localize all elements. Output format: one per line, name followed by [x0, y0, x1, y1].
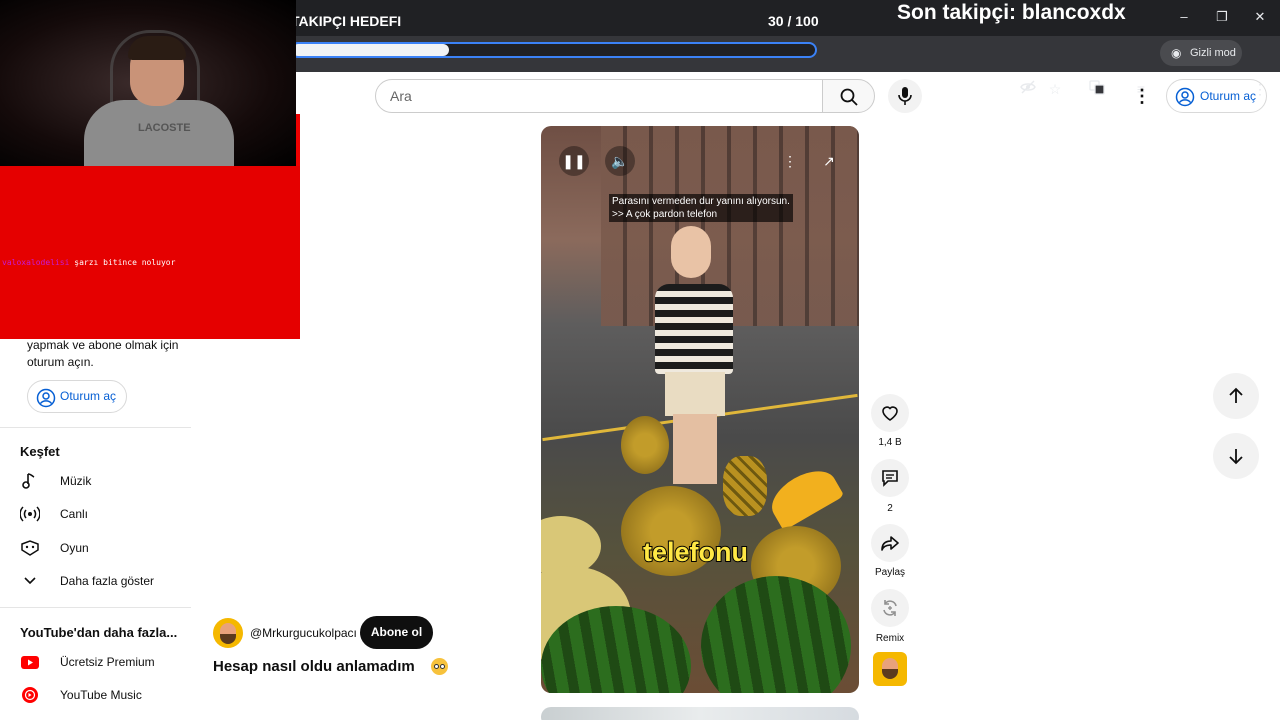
sidebar-item-label: Daha fazla göster — [60, 574, 155, 588]
overlay-red-strip — [296, 114, 300, 166]
translate-icon[interactable] — [1087, 79, 1107, 99]
video-title[interactable]: Hesap nasıl oldu anlamadım — [213, 658, 415, 675]
settings-kebab-icon[interactable]: ⋮ — [1132, 84, 1152, 108]
fullscreen-icon[interactable]: ↗ — [814, 146, 844, 176]
goal-progress-bar — [290, 42, 817, 58]
share-label: Paylaş — [874, 567, 905, 578]
search-button[interactable] — [822, 79, 875, 113]
chat-overlay: valoxalodelisi şarzı bitince noluyor — [0, 166, 300, 339]
sidebar-divider — [0, 427, 191, 428]
account-icon — [1175, 87, 1195, 107]
subtitle-line: Parasını vermeden dur yanını alıyorsun. — [612, 196, 790, 207]
restore-icon[interactable]: ❐ — [1212, 8, 1232, 26]
share-button[interactable] — [871, 524, 909, 562]
previous-video-button[interactable] — [1213, 373, 1259, 419]
share-icon — [881, 536, 899, 551]
sidebar-item-youtube-music[interactable]: YouTube Music — [20, 682, 190, 708]
sound-avatar[interactable] — [873, 652, 907, 686]
sidebar-item-label: YouTube Music — [60, 688, 142, 702]
voice-search-button[interactable] — [888, 79, 922, 113]
video-caption: telefonu — [642, 536, 749, 568]
flushed-emoji-icon — [431, 658, 448, 675]
sidebar-item-show-more[interactable]: Daha fazla göster — [20, 568, 190, 594]
signin-label: Oturum aç — [1200, 89, 1257, 103]
sidebar-item-live[interactable]: Canlı — [19, 501, 190, 527]
goal-progress-fill — [292, 44, 449, 56]
eye-off-icon[interactable] — [1018, 79, 1038, 99]
video-subtitle: Parasını vermeden dur yanını alıyorsun. … — [609, 194, 793, 222]
heart-icon — [882, 406, 898, 421]
chat-message: valoxalodelisi şarzı bitince noluyor — [2, 258, 175, 267]
sidebar-item-gaming[interactable]: Oyun — [20, 535, 190, 561]
more-from-youtube-heading: YouTube'dan daha fazla... — [20, 625, 178, 640]
youtube-premium-icon — [20, 653, 40, 671]
arrow-down-icon — [1229, 449, 1243, 465]
sidebar-divider — [0, 607, 191, 608]
remix-icon — [883, 600, 897, 616]
last-follower: Son takipçi: blancoxdx — [897, 1, 1126, 24]
sidebar-item-music[interactable]: Müzik — [20, 468, 190, 494]
chat-text: şarzı bitince noluyor — [74, 258, 176, 267]
search-icon — [840, 88, 858, 106]
arrow-up-icon — [1229, 387, 1243, 403]
chevron-down-icon — [20, 572, 40, 590]
chat-username: valoxalodelisi — [2, 258, 70, 267]
shirt-logo: LACOSTE — [138, 122, 191, 134]
next-video-preview[interactable] — [541, 707, 859, 720]
signin-prompt: yapmak ve abone olmak için oturum açın. — [27, 338, 179, 369]
incognito-badge[interactable]: ◉ Gizli mod — [1160, 40, 1242, 66]
sidebar-item-label: Ücretsiz Premium — [60, 655, 155, 669]
shorts-video-player[interactable]: ❚❚ 🔈 ⋮ ↗ Parasını vermeden dur yanını al… — [541, 126, 859, 693]
minimize-icon[interactable]: – — [1174, 8, 1194, 26]
like-button[interactable] — [871, 394, 909, 432]
youtube-music-icon — [20, 686, 40, 704]
pause-icon[interactable]: ❚❚ — [559, 146, 589, 176]
sidebar-item-label: Canlı — [60, 507, 89, 521]
close-icon[interactable]: ✕ — [1250, 8, 1270, 26]
goal-title: TAKIPÇI HEDEFI — [291, 13, 402, 29]
comment-icon — [882, 470, 898, 487]
goal-count: 30 / 100 — [768, 13, 819, 29]
sidebar-item-label: Müzik — [60, 474, 92, 488]
mic-icon — [898, 87, 912, 105]
search-input[interactable]: Ara — [375, 79, 823, 113]
video-frame-fruit — [763, 461, 845, 531]
sidebar-item-label: Oyun — [60, 541, 89, 555]
sidebar-signin-label: Oturum aç — [60, 389, 117, 403]
video-frame-fruit — [621, 416, 669, 474]
volume-icon[interactable]: 🔈 — [605, 146, 635, 176]
sidebar-item-premium[interactable]: Ücretsiz Premium — [20, 649, 190, 675]
comment-button[interactable] — [871, 459, 909, 497]
video-frame-fruit — [723, 456, 767, 516]
explore-heading: Keşfet — [20, 444, 60, 459]
live-icon — [19, 505, 41, 523]
webcam-feed: LACOSTE — [0, 0, 296, 166]
subtitle-line: >> A çok pardon telefon — [612, 209, 718, 220]
incognito-label: Gizli mod — [1190, 47, 1236, 59]
account-icon — [36, 388, 56, 408]
channel-handle[interactable]: @Mrkurgucukolpacı — [250, 626, 357, 640]
sidebar-signin-button[interactable]: Oturum aç — [27, 380, 127, 413]
subscribe-button[interactable]: Abone ol — [360, 616, 433, 649]
more-options-icon[interactable]: ⋮ — [775, 146, 805, 176]
streamer-hair — [128, 36, 186, 60]
remix-label: Remix — [875, 633, 905, 644]
remix-button[interactable] — [871, 589, 909, 627]
like-count: 1,4 B — [878, 437, 902, 448]
comment-count: 2 — [887, 503, 893, 514]
gamepad-icon — [20, 539, 40, 557]
music-note-icon — [20, 472, 40, 490]
next-video-button[interactable] — [1213, 433, 1259, 479]
incognito-icon: ◉ — [1171, 46, 1182, 60]
star-icon[interactable]: ☆ — [1045, 79, 1065, 99]
header-signin-button[interactable]: Oturum aç — [1166, 79, 1267, 113]
channel-avatar[interactable] — [213, 618, 243, 648]
screen: – ❐ ✕ ☆ ≡ ⋮ ◉ Gizli mod TAKIPÇI HEDEFI 3… — [0, 0, 1280, 720]
